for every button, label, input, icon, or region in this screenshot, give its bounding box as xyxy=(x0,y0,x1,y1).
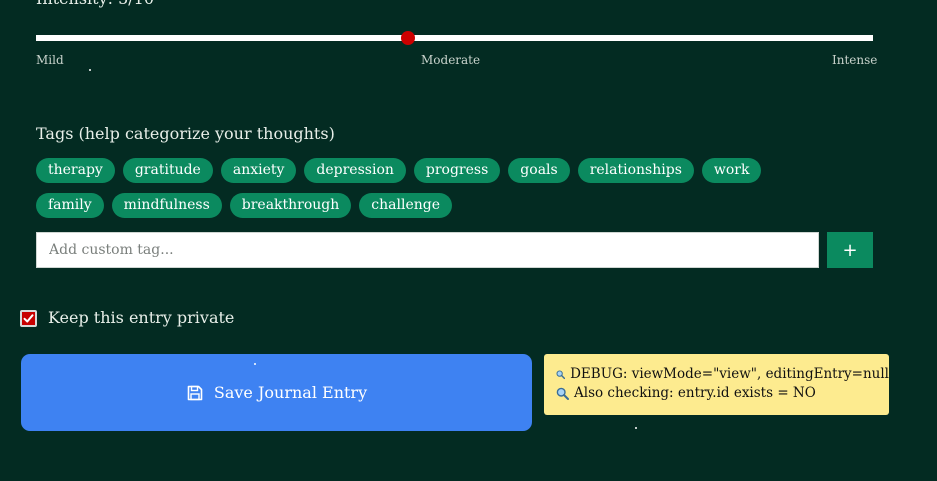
tag-relationships[interactable]: relationships xyxy=(577,158,694,183)
decorative-sparkle xyxy=(254,363,256,365)
debug-line: DEBUG: viewMode="view", editingEntry=nul… xyxy=(556,365,889,384)
tag-goals[interactable]: goals xyxy=(508,158,570,183)
debug-line: Also checking: entry.id exists = NO xyxy=(556,384,889,403)
tags-heading: Tags (help categorize your thoughts) xyxy=(36,124,335,143)
tag-family[interactable]: family xyxy=(36,193,104,218)
scale-label-mild: Mild xyxy=(36,53,64,67)
save-icon xyxy=(187,385,203,400)
tag-anxiety[interactable]: anxiety xyxy=(220,158,297,183)
debug-line-text: DEBUG: viewMode="view", editingEntry=nul… xyxy=(570,366,889,382)
tag-breakthrough[interactable]: breakthrough xyxy=(229,193,352,218)
intensity-label: Intensity: 5/10 xyxy=(36,0,154,8)
magnifier-icon xyxy=(556,370,566,380)
tag-challenge[interactable]: challenge xyxy=(359,193,452,218)
decorative-sparkle xyxy=(635,427,637,429)
private-checkbox[interactable] xyxy=(20,310,37,327)
tag-progress[interactable]: progress xyxy=(413,158,501,183)
tag-gratitude[interactable]: gratitude xyxy=(122,158,213,183)
checkmark-icon xyxy=(23,314,34,323)
tag-work[interactable]: work xyxy=(701,158,762,183)
debug-line-text: Also checking: entry.id exists = NO xyxy=(574,385,816,401)
custom-tag-input[interactable] xyxy=(36,232,819,268)
add-tag-button[interactable]: + xyxy=(827,232,873,268)
decorative-sparkle xyxy=(89,69,91,71)
scale-label-intense: Intense xyxy=(832,53,878,67)
private-checkbox-label[interactable]: Keep this entry private xyxy=(48,308,234,327)
save-button-label: Save Journal Entry xyxy=(213,383,368,402)
magnifier-icon xyxy=(556,387,569,400)
slider-thumb[interactable] xyxy=(401,31,415,45)
save-journal-entry-button[interactable]: Save Journal Entry xyxy=(21,354,532,431)
debug-panel: DEBUG: viewMode="view", editingEntry=nul… xyxy=(544,354,889,415)
tag-list: therapy gratitude anxiety depression pro… xyxy=(36,158,836,218)
tag-depression[interactable]: depression xyxy=(304,158,406,183)
tag-mindfulness[interactable]: mindfulness xyxy=(111,193,222,218)
journal-entry-form: Intensity: 5/10 Mild Moderate Intense Ta… xyxy=(0,0,937,481)
intensity-slider[interactable] xyxy=(36,31,873,45)
tag-therapy[interactable]: therapy xyxy=(36,158,115,183)
scale-label-moderate: Moderate xyxy=(421,53,481,67)
slider-track[interactable] xyxy=(36,35,873,41)
